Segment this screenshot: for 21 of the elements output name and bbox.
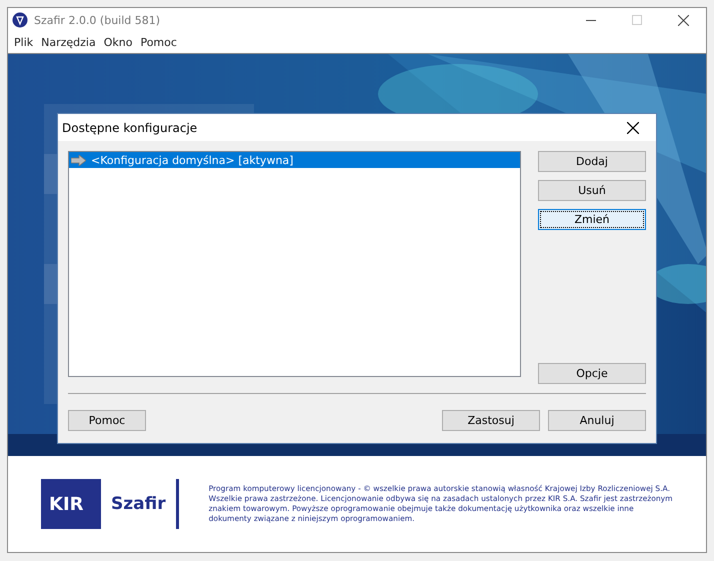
dialog-button[interactable]: Zastosuj [442,410,540,431]
dialog-button[interactable]: Zmień [538,209,646,230]
app-icon [12,12,28,28]
list-item[interactable]: <Konfiguracja domyślna> [aktywna] [69,152,520,168]
kir-logo: KIR [41,479,101,529]
dialog-button[interactable]: Dodaj [538,151,646,172]
maximize-icon [632,15,642,25]
dialog-title: Dostępne konfiguracje [62,120,198,134]
menu-item[interactable]: Okno [100,36,136,49]
menu-item[interactable]: Plik [10,36,38,49]
dialog-button[interactable]: Anuluj [548,410,646,431]
menu-item[interactable]: Narzędzia [37,36,100,49]
help-button[interactable]: Pomoc [68,410,146,431]
product-logo: Szafir [111,494,166,514]
dialog-button[interactable]: Usuń [538,180,646,201]
window-title: Szafir 2.0.0 (build 581) [34,14,160,26]
arrow-icon [71,154,86,166]
close-icon [678,14,688,26]
close-icon [627,122,639,134]
menu-item[interactable]: Pomoc [136,36,181,49]
options-button[interactable]: Opcje [538,363,646,384]
